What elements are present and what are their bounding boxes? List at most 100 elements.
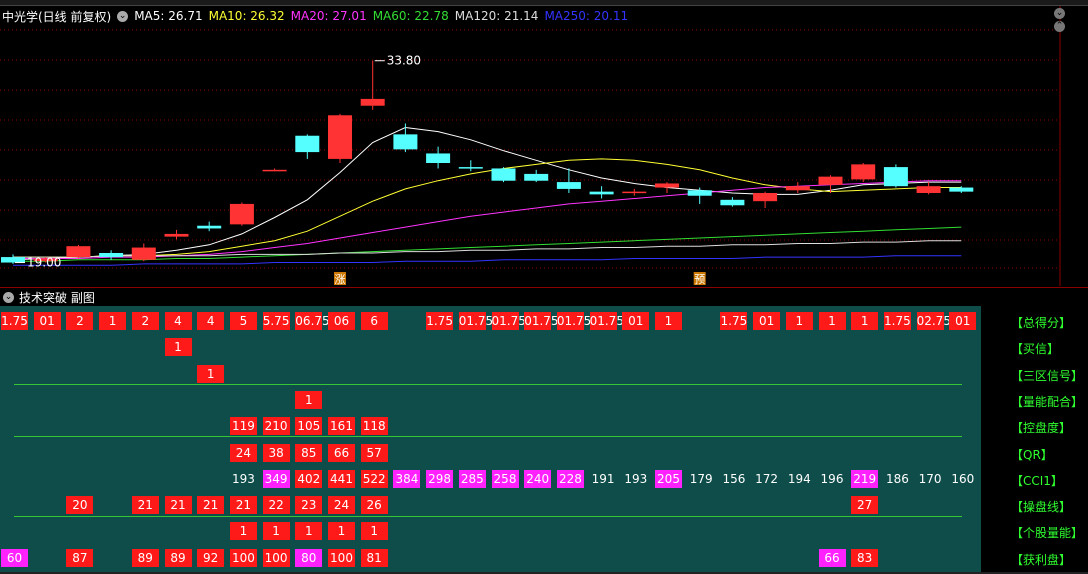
indicator-cell: 4	[197, 312, 225, 330]
event-marker-label: 涨	[335, 273, 346, 286]
ma10-label: MA10: 26.32	[208, 9, 285, 23]
indicator-cell: 1	[851, 312, 879, 330]
indicator-cell: 349	[262, 469, 290, 488]
chevron-down-icon[interactable]: ⌄	[1054, 8, 1065, 19]
ma-settings-icon[interactable]: ⌄	[117, 10, 129, 22]
indicator-cell: 01.75	[589, 312, 624, 330]
indicator-cell: 170	[918, 471, 942, 486]
indicator-row-label: 【控盘度】	[1011, 421, 1072, 436]
indicator-separator	[14, 516, 962, 517]
candle-body	[1, 257, 25, 263]
indicator-cell: 105	[295, 417, 323, 436]
indicator-cell: 26	[360, 496, 388, 515]
indicator-cell: 24	[328, 496, 355, 515]
indicator-cell: 01	[33, 312, 61, 330]
indicator-cell: 100	[262, 548, 290, 567]
indicator-cell: 100	[229, 548, 257, 567]
price-chart-svg: 33.80 19.00 涨 预	[0, 6, 1061, 286]
indicator-cell: 402	[295, 469, 323, 488]
sub-chart-title: 技术突破 副图	[19, 290, 95, 305]
indicator-cell: 83	[851, 548, 879, 567]
indicator-cell: 186	[885, 471, 909, 486]
indicator-row-label: 【QR】	[1011, 447, 1053, 462]
indicator-cell: 1	[164, 338, 192, 357]
indicator-cell: 193	[231, 471, 255, 486]
indicator-cell: 01	[949, 312, 977, 330]
indicator-row-label: 【买信】	[1011, 342, 1060, 357]
indicator-cell: 1	[328, 522, 355, 541]
chevron-up-icon[interactable]: ⌃	[1054, 21, 1065, 32]
indicator-cell: 2	[66, 312, 94, 330]
indicator-cell: 24	[229, 443, 257, 462]
indicator-cell: 01.75	[524, 312, 559, 330]
candle-body	[589, 191, 614, 195]
ma5-label: MA5: 26.71	[134, 9, 203, 23]
indicator-cell: 100	[328, 548, 355, 567]
indicator-cell: 06	[328, 312, 355, 330]
indicator-cell: 1.75	[883, 312, 911, 330]
candle-body	[131, 247, 156, 260]
candle-body	[655, 183, 679, 188]
indicator-cell: 194	[787, 471, 811, 486]
candle-body	[785, 186, 810, 191]
candle-body	[753, 193, 778, 202]
indicator-row-label: 【操盘线】	[1011, 500, 1072, 515]
candle-body	[491, 168, 516, 181]
candle-body	[851, 164, 876, 180]
indicator-cell: 5.75	[262, 312, 290, 330]
indicator-cell: 160	[951, 471, 975, 486]
chart-corner-icons: ⌄ ⌃	[1054, 8, 1068, 32]
indicator-cell: 21	[131, 496, 159, 515]
indicator-cell: 1	[655, 312, 682, 330]
indicator-cell: 22	[262, 496, 290, 515]
indicator-cell: 191	[591, 471, 615, 486]
indicator-row-label: 【获利盘】	[1011, 552, 1072, 567]
indicator-cell: 1.75	[1, 312, 28, 330]
indicator-cell: 1.75	[426, 312, 454, 330]
indicator-cell: 38	[262, 443, 290, 462]
sub-settings-icon[interactable]: ⌄	[3, 291, 14, 303]
indicator-cell: 21	[197, 496, 225, 515]
indicator-cell: 205	[655, 469, 682, 488]
indicator-cell: 01.75	[458, 312, 494, 330]
indicator-cell: 210	[262, 417, 290, 436]
indicator-cell: 87	[66, 548, 94, 567]
sub-chart-header: ⌄ 技术突破 副图	[0, 287, 1088, 306]
indicator-cell: 119	[229, 417, 257, 436]
main-price-chart[interactable]: 33.80 19.00 涨 预	[0, 6, 1088, 286]
indicator-cell: 1	[99, 312, 127, 330]
indicator-cell: 161	[328, 417, 355, 436]
indicator-cell: 66	[818, 548, 846, 567]
candle-body	[720, 199, 745, 206]
indicator-cell: 1	[197, 364, 225, 383]
indicator-cell: 522	[360, 469, 388, 488]
indicator-cell: 06.75	[295, 312, 330, 330]
indicator-cell: 1.75	[720, 312, 748, 330]
indicator-cell: 4	[164, 312, 192, 330]
ma10-line	[13, 158, 962, 258]
candle-body	[295, 135, 320, 153]
indicator-cell: 21	[229, 496, 257, 515]
candle-body	[883, 167, 908, 187]
candle-body	[687, 190, 712, 196]
candle-body	[426, 153, 451, 163]
indicator-cell: 01	[753, 312, 781, 330]
indicator-cell: 2	[131, 312, 159, 330]
candle-body	[524, 173, 549, 181]
indicator-separator	[14, 436, 962, 437]
low-price-label: 19.00	[27, 256, 61, 270]
indicator-panel[interactable]: 1.75 01 2 1 2 4 4 5 5.75 06.75 06 6 1.75 01.75 01.75 01…	[0, 306, 1042, 572]
indicator-cell: 219	[851, 469, 879, 488]
indicator-cell: 1	[262, 522, 290, 541]
ma120-label: MA120: 21.14	[454, 9, 539, 23]
indicator-row-label: 【总得分】	[1011, 316, 1072, 330]
indicator-cell: 172	[755, 471, 779, 486]
candle-body	[99, 253, 124, 258]
indicator-cell: 1	[229, 522, 257, 541]
indicator-cell: 85	[295, 443, 323, 462]
indicator-cell: 57	[360, 443, 388, 462]
candle-body	[458, 167, 483, 169]
indicator-labels-column: 【总得分】 【买信】 【三区信号】 【量能配合】 【控盘度】 【QR】 【CCI1】 【操盘线…	[981, 306, 1088, 572]
ma-legend: 中光学(日线 前复权) ⌄ MA5: 26.71 MA10: 26.32 MA2…	[2, 8, 634, 24]
indicator-row-label: 【个股量能】	[1011, 526, 1084, 541]
